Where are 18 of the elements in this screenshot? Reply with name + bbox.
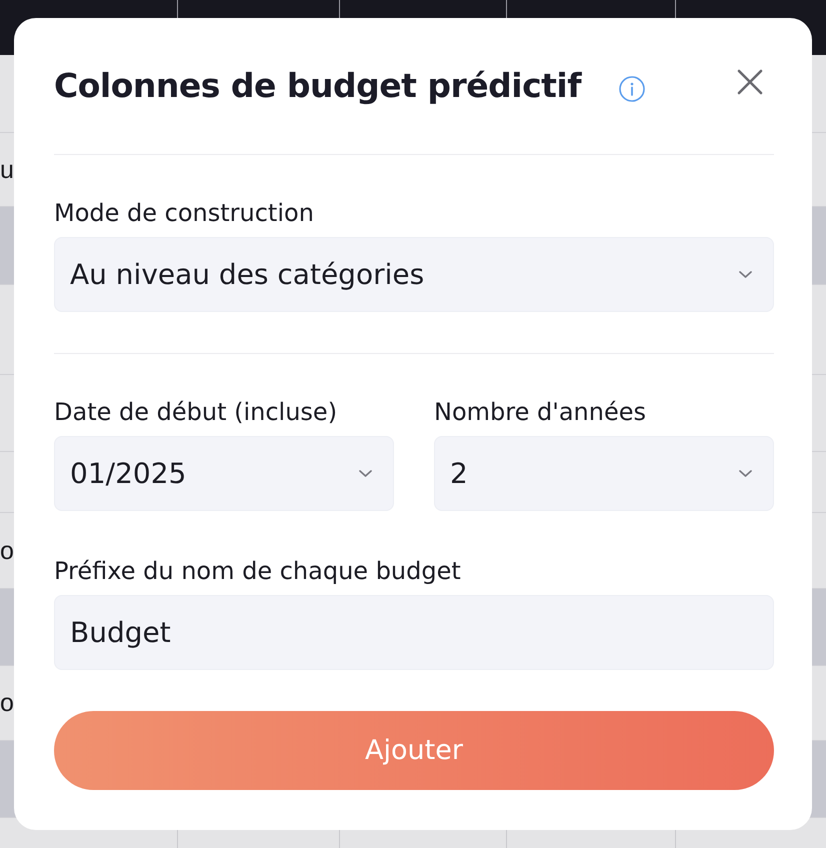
dropdown[interactable]: 2 bbox=[434, 436, 774, 511]
text-input[interactable]: Budget bbox=[54, 595, 774, 670]
row-label: o bbox=[0, 536, 14, 564]
dialog-title: Colonnes de budget prédictif bbox=[54, 65, 582, 107]
close-button[interactable] bbox=[737, 69, 763, 95]
chevron-down-icon bbox=[739, 470, 752, 477]
chevron-down-icon bbox=[739, 271, 752, 278]
field-label: Mode de construction bbox=[54, 200, 315, 226]
field-label: Nombre d'années bbox=[434, 399, 647, 425]
field-label: Préfixe du nom de chaque budget bbox=[54, 558, 462, 584]
close-icon bbox=[737, 69, 763, 95]
info-icon[interactable] bbox=[619, 76, 646, 102]
row-label: u bbox=[0, 156, 14, 184]
dropdown[interactable]: 01/2025 bbox=[54, 436, 394, 511]
field-label: Date de début (incluse) bbox=[54, 399, 338, 425]
row-label: o bbox=[0, 689, 14, 717]
dropdown[interactable]: Au niveau des catégories bbox=[54, 237, 774, 312]
chevron-down-icon bbox=[359, 470, 372, 477]
